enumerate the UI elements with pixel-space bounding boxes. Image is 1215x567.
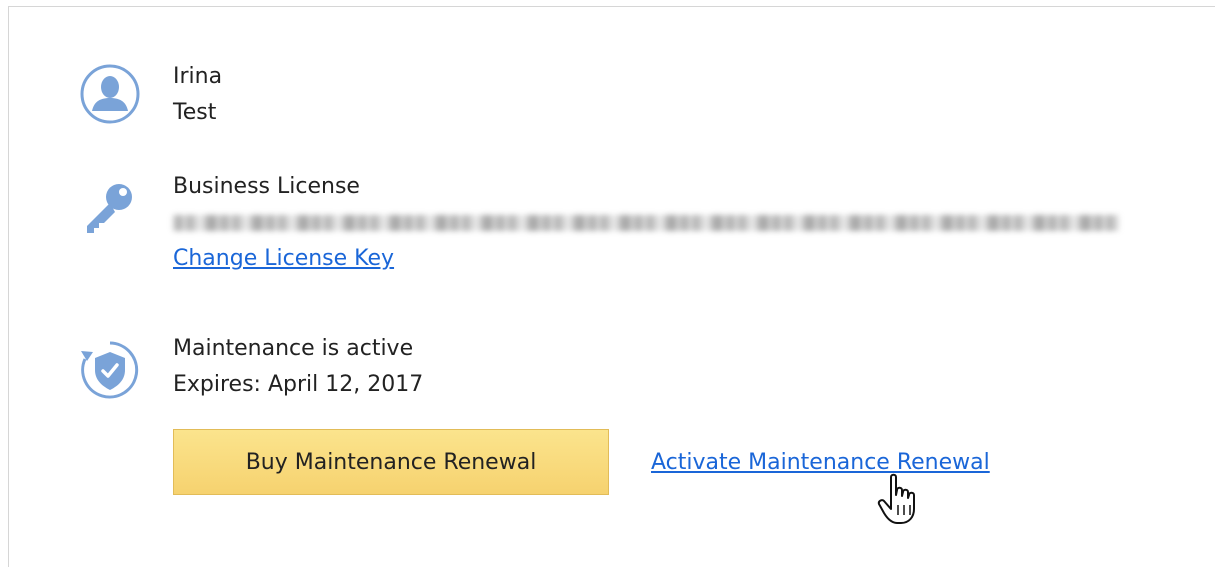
license-key-blurred xyxy=(173,205,1119,241)
license-key-blur xyxy=(173,215,1119,231)
shield-refresh-icon xyxy=(79,339,141,401)
license-info-panel: Irina Test Business License Change Licen… xyxy=(8,6,1215,567)
user-avatar-icon xyxy=(79,63,141,125)
key-icon xyxy=(79,179,141,241)
user-name-block: Irina Test xyxy=(173,59,222,131)
license-type: Business License xyxy=(173,174,360,199)
license-block: Business License Change License Key xyxy=(173,169,1119,277)
maintenance-block: Maintenance is active Expires: April 12,… xyxy=(173,331,423,403)
hand-pointer-cursor-icon xyxy=(877,471,925,529)
buy-maintenance-renewal-button[interactable]: Buy Maintenance Renewal xyxy=(173,429,609,495)
maintenance-expiry: Expires: April 12, 2017 xyxy=(173,372,424,397)
activate-maintenance-renewal-link[interactable]: Activate Maintenance Renewal xyxy=(651,448,990,478)
change-license-key-link[interactable]: Change License Key xyxy=(173,241,394,277)
maintenance-status: Maintenance is active xyxy=(173,336,414,361)
user-last-name: Test xyxy=(173,100,217,125)
user-first-name: Irina xyxy=(173,64,223,89)
